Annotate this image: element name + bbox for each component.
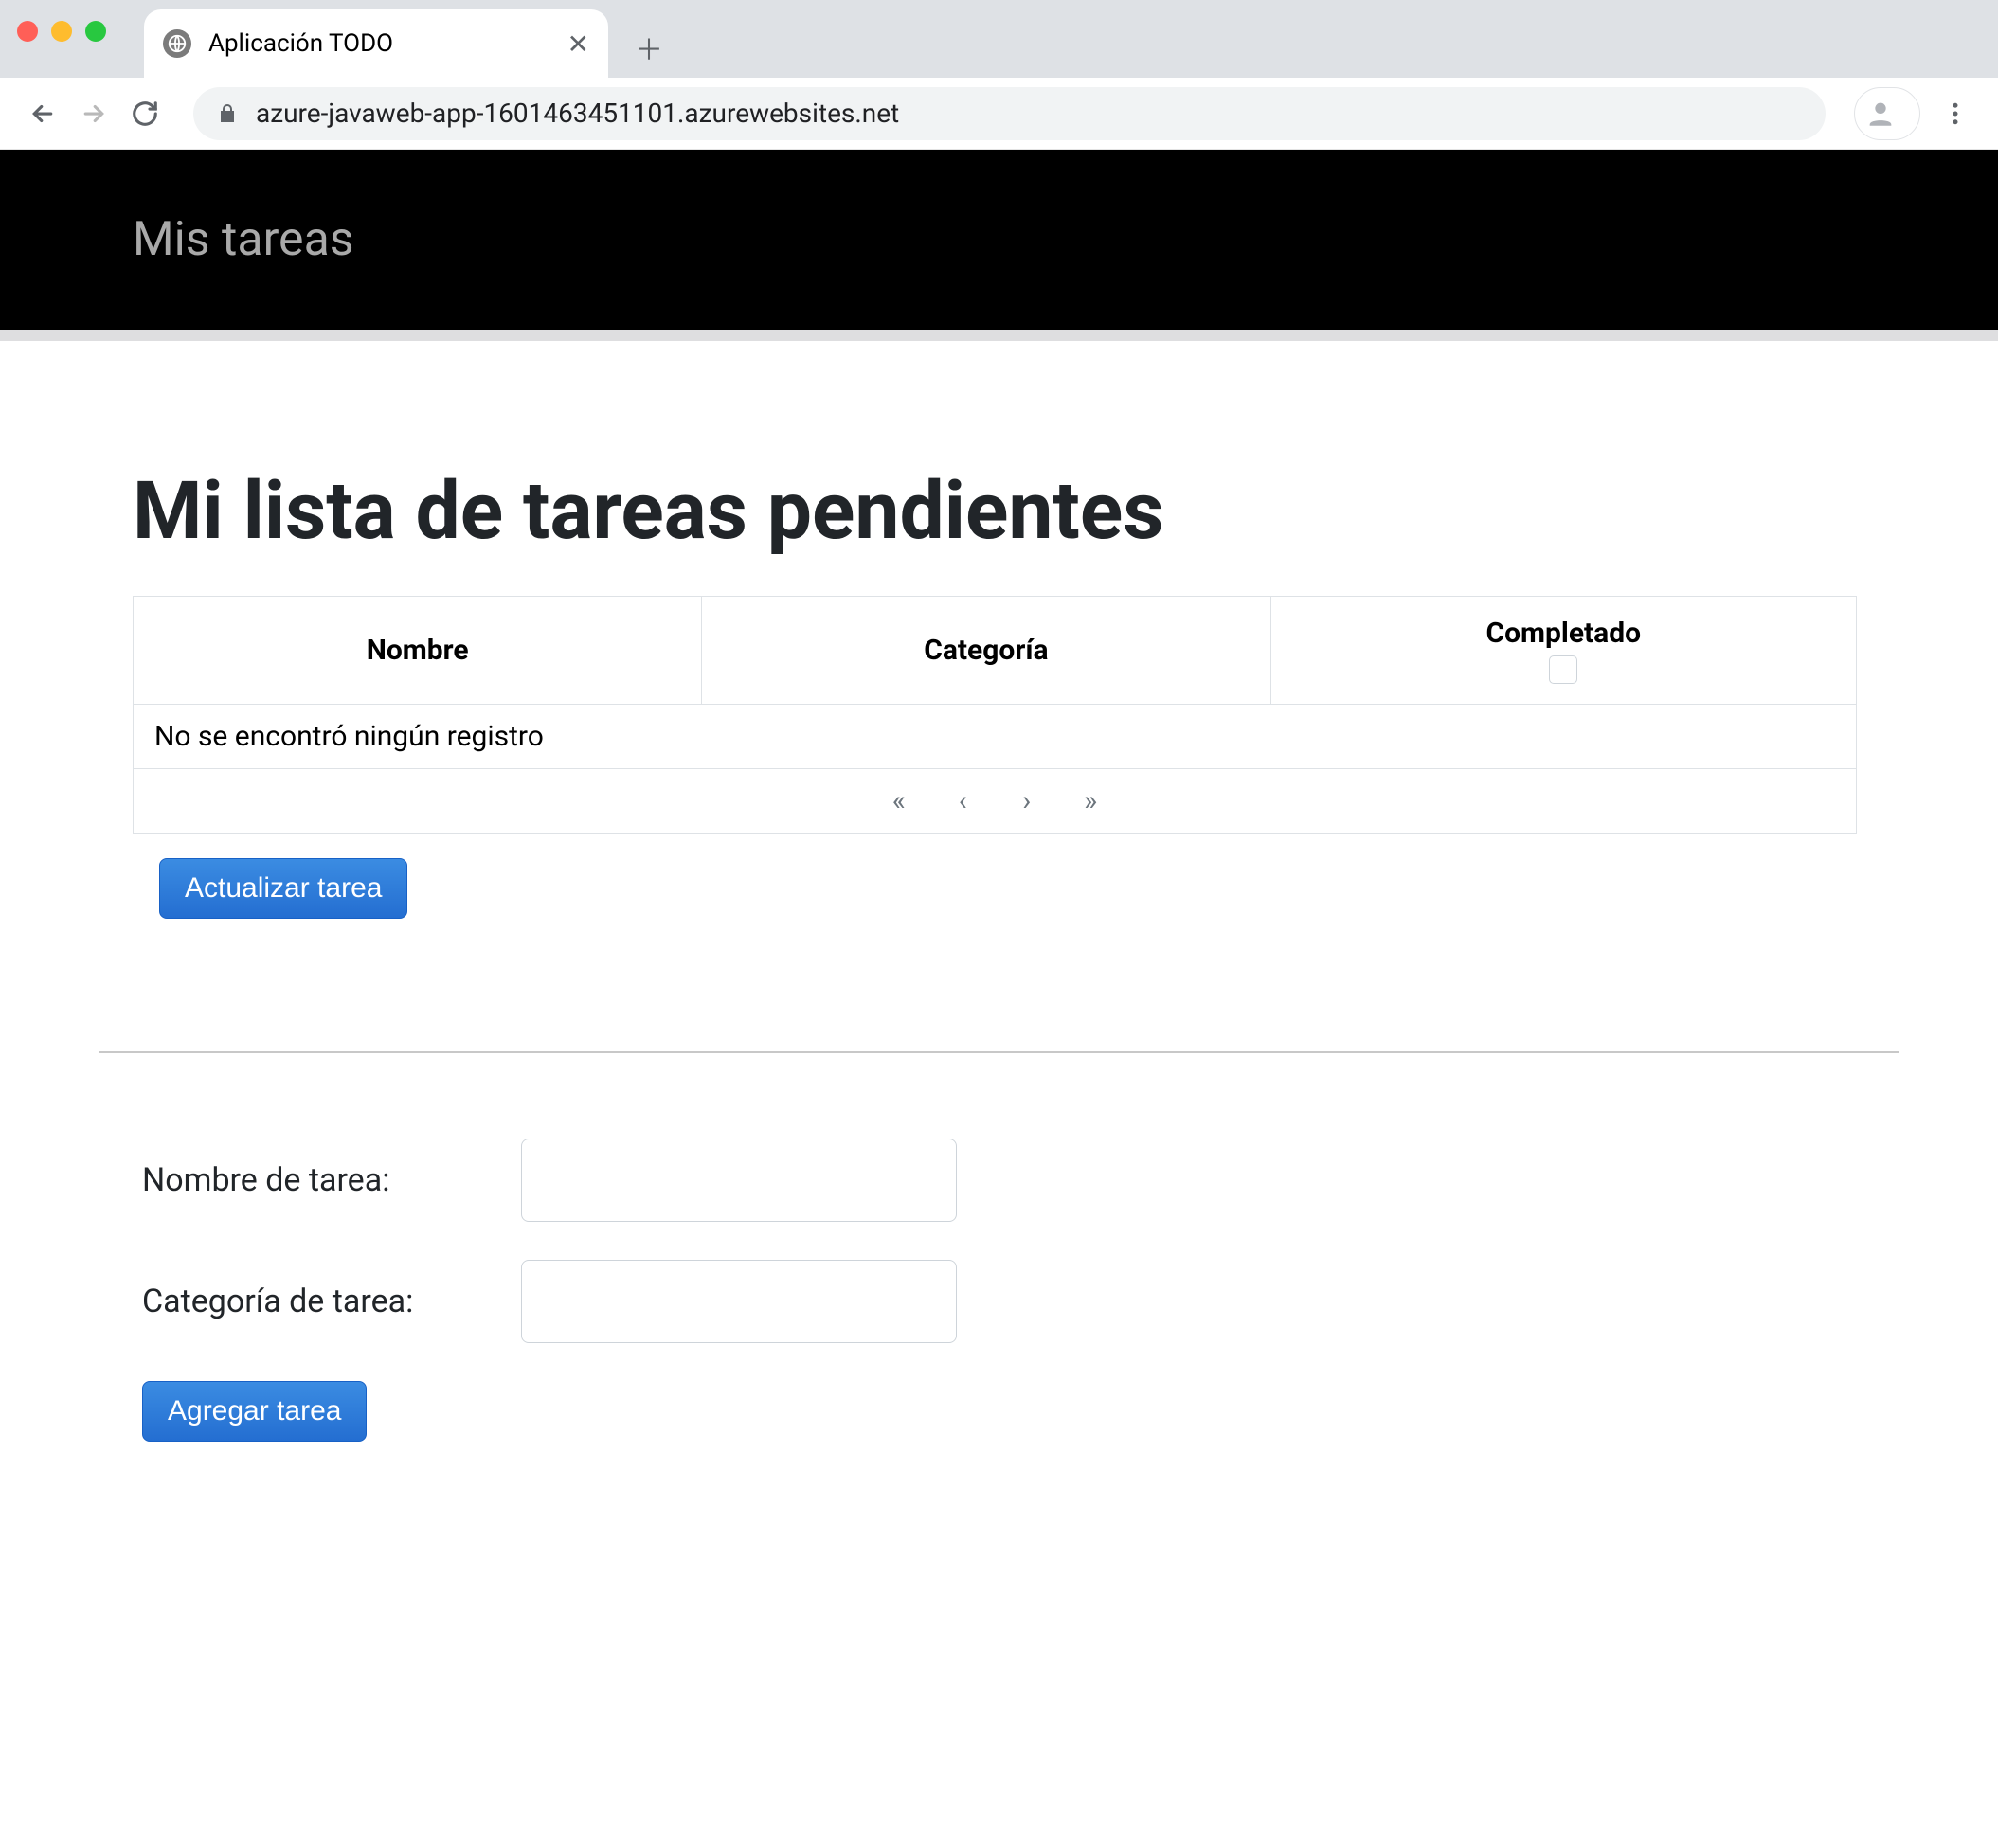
select-all-checkbox[interactable] — [1549, 655, 1577, 684]
column-header-name[interactable]: Nombre — [134, 597, 702, 705]
window-controls — [17, 21, 106, 42]
profile-button[interactable] — [1854, 87, 1920, 140]
nav-back-button[interactable] — [17, 88, 68, 139]
page-title: Mi lista de tareas pendientes — [133, 464, 1865, 558]
paginator-row: « ‹ › » — [134, 769, 1857, 834]
column-header-completed-label: Completado — [1485, 617, 1641, 650]
url-text: azure-javaweb-app-1601463451101.azureweb… — [256, 98, 899, 129]
task-name-input[interactable] — [521, 1139, 957, 1222]
new-tab-button[interactable]: ＋ — [635, 27, 663, 68]
column-header-completed[interactable]: Completado — [1270, 597, 1856, 705]
navbar-brand[interactable]: Mis tareas — [133, 212, 354, 267]
empty-state-text: No se encontró ningún registro — [134, 705, 1857, 769]
app-navbar: Mis tareas — [0, 150, 1998, 330]
main-content: Mi lista de tareas pendientes Nombre Cat… — [0, 341, 1998, 1498]
paginator-first-button[interactable]: « — [871, 784, 927, 817]
table-row: No se encontró ningún registro — [134, 705, 1857, 769]
window-minimize-button[interactable] — [51, 21, 72, 42]
browser-tab-strip: Aplicación TODO ✕ ＋ — [0, 0, 1998, 78]
add-task-form: Nombre de tarea: Categoría de tarea: Agr… — [133, 1139, 1865, 1442]
window-close-button[interactable] — [17, 21, 38, 42]
window-maximize-button[interactable] — [85, 21, 106, 42]
user-icon — [1864, 98, 1897, 130]
globe-icon — [163, 29, 191, 58]
task-category-label: Categoría de tarea: — [142, 1283, 502, 1320]
divider — [0, 330, 1998, 341]
tab-title: Aplicación TODO — [208, 29, 393, 58]
nav-reload-button[interactable] — [119, 88, 171, 139]
paginator-last-button[interactable]: » — [1062, 784, 1119, 817]
chrome-menu-button[interactable] — [1930, 88, 1981, 139]
tasks-table: Nombre Categoría Completado No se encont… — [133, 596, 1857, 834]
paginator-next-button[interactable]: › — [999, 784, 1055, 817]
table-header-row: Nombre Categoría Completado — [134, 597, 1857, 705]
section-divider — [99, 1051, 1899, 1053]
tab-close-icon[interactable]: ✕ — [567, 28, 589, 60]
task-name-label: Nombre de tarea: — [142, 1161, 502, 1199]
nav-forward-button[interactable] — [68, 88, 119, 139]
add-task-button[interactable]: Agregar tarea — [142, 1381, 367, 1442]
column-header-category[interactable]: Categoría — [702, 597, 1270, 705]
paginator-prev-button[interactable]: ‹ — [934, 784, 991, 817]
browser-tab[interactable]: Aplicación TODO ✕ — [144, 9, 608, 78]
update-task-button[interactable]: Actualizar tarea — [159, 858, 407, 919]
task-category-input[interactable] — [521, 1260, 957, 1343]
address-bar[interactable]: azure-javaweb-app-1601463451101.azureweb… — [193, 87, 1826, 140]
lock-icon — [216, 102, 239, 125]
browser-toolbar: azure-javaweb-app-1601463451101.azureweb… — [0, 78, 1998, 150]
